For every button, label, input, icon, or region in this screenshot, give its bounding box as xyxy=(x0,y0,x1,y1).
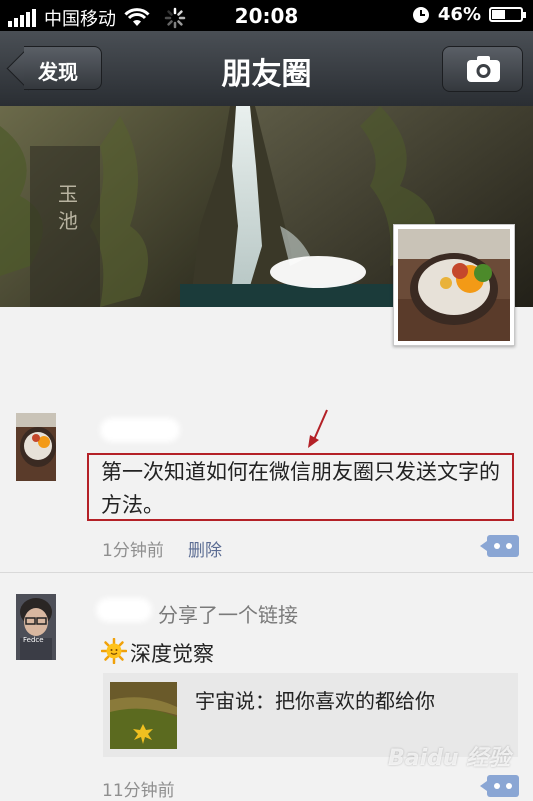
cake-avatar-photo xyxy=(16,413,56,481)
status-bar: 中国移动 20:08 46% xyxy=(0,0,533,31)
blurred-username xyxy=(100,418,180,442)
battery-level-fill xyxy=(492,10,505,19)
delete-post-link[interactable]: 删除 xyxy=(188,536,222,561)
avatar-caption: Fedce xyxy=(23,636,44,644)
comment-button[interactable] xyxy=(480,775,519,797)
blurred-username xyxy=(96,598,152,622)
my-avatar[interactable] xyxy=(393,224,515,346)
camera-icon xyxy=(467,56,500,82)
link-thumbnail xyxy=(110,682,177,749)
red-arrow-annotation xyxy=(308,409,328,448)
baidu-watermark: Baidu 经验 xyxy=(388,746,511,771)
camera-button[interactable] xyxy=(442,46,523,92)
cover-inscription-2: 池 xyxy=(58,209,78,233)
share-action-text: 分享了一个链接 xyxy=(158,603,298,627)
post-timestamp: 1分钟前 xyxy=(102,541,164,561)
battery-icon xyxy=(489,7,526,22)
person-avatar-photo xyxy=(16,594,56,660)
post-avatar[interactable]: Fedce xyxy=(16,594,56,660)
post-timestamp: 11分钟前 xyxy=(102,781,175,801)
leaf-thumbnail-photo xyxy=(110,682,177,749)
cover-inscription-1: 玉 xyxy=(58,182,78,206)
post-text: 深度觉察 xyxy=(130,642,214,666)
sun-emoji-icon xyxy=(101,638,127,664)
post-divider xyxy=(0,572,533,573)
post-text: 第一次知道如何在微信朋友圈只发送文字的方法。 xyxy=(101,460,500,517)
alarm-clock-icon xyxy=(412,6,429,23)
cake-photo xyxy=(398,229,510,341)
post-avatar[interactable] xyxy=(16,413,56,481)
comment-button[interactable] xyxy=(480,535,519,557)
battery-percent: 46% xyxy=(437,4,481,25)
link-title: 宇宙说：把你喜欢的都给你 xyxy=(195,689,435,713)
navigation-bar: 发现 朋友圈 xyxy=(0,31,533,107)
